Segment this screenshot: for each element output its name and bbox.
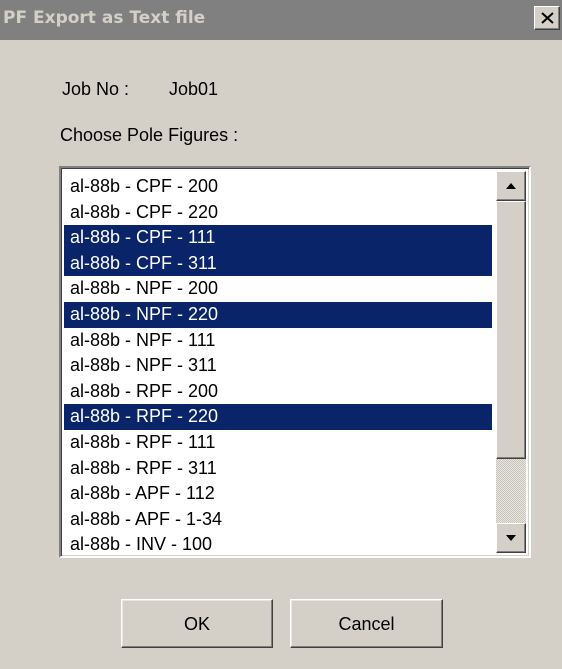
scroll-thumb[interactable] [496, 201, 526, 459]
scroll-up-button[interactable] [496, 171, 526, 201]
close-icon [541, 12, 554, 24]
list-item[interactable]: al-88b - NPF - 311 [64, 353, 492, 379]
arrow-up-icon [506, 183, 516, 189]
list-item[interactable]: al-88b - INV - 100 [64, 532, 492, 556]
vertical-scrollbar[interactable] [496, 171, 526, 553]
list-item[interactable]: al-88b - RPF - 111 [64, 430, 492, 456]
cancel-button[interactable]: Cancel [290, 599, 443, 648]
list-item[interactable]: al-88b - NPF - 111 [64, 328, 492, 354]
pole-figures-listbox[interactable]: al-88b - CPF - 200 al-88b - CPF - 220 al-8… [59, 166, 531, 558]
list-item[interactable]: al-88b - RPF - 200 [64, 379, 492, 405]
scroll-down-button[interactable] [496, 523, 526, 553]
window-title: PF Export as Text file [3, 8, 206, 28]
list-item[interactable]: al-88b - CPF - 220 [64, 200, 492, 226]
list-item[interactable]: al-88b - APF - 1-34 [64, 507, 492, 533]
job-number-label: Job No : [62, 79, 130, 99]
list-item[interactable]: al-88b - RPF - 220 [64, 404, 492, 430]
title-bar[interactable]: PF Export as Text file [0, 0, 562, 40]
ok-button[interactable]: OK [121, 599, 273, 648]
arrow-down-icon [506, 535, 516, 541]
list-item[interactable]: al-88b - RPF - 311 [64, 456, 492, 482]
list-item[interactable]: al-88b - APF - 112 [64, 481, 492, 507]
close-button[interactable] [534, 6, 560, 30]
list-item[interactable]: al-88b - NPF - 220 [64, 301, 492, 328]
choose-pole-figures-label: Choose Pole Figures : [60, 125, 239, 145]
list-item[interactable]: al-88b - CPF - 311 [64, 250, 492, 277]
list-item[interactable]: al-88b - CPF - 200 [64, 174, 492, 200]
list-item[interactable]: al-88b - NPF - 200 [64, 276, 492, 302]
pf-export-dialog: PF Export as Text file Job No : Job01 Ch… [0, 0, 562, 669]
job-number-value: Job01 [169, 79, 219, 99]
pole-figures-list: al-88b - CPF - 200 al-88b - CPF - 220 al-8… [64, 174, 492, 556]
list-item[interactable]: al-88b - CPF - 111 [64, 225, 492, 251]
